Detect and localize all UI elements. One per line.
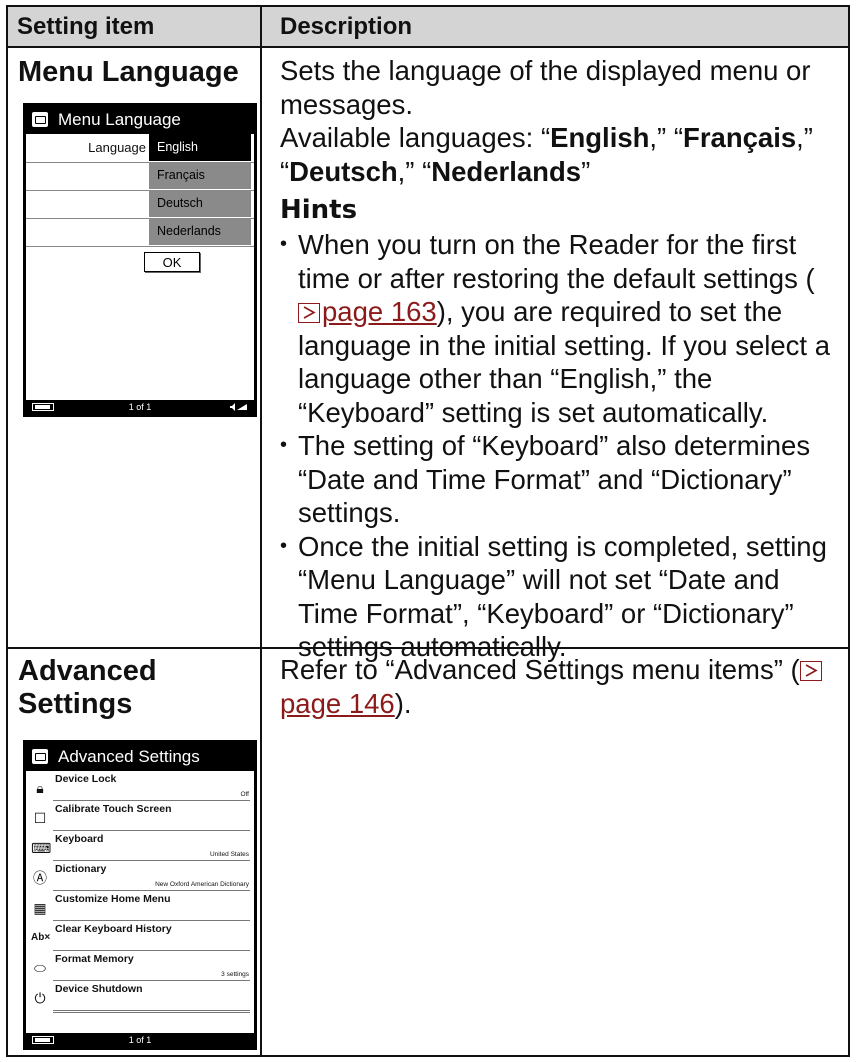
lang-deutsch: Deutsch [289, 155, 398, 187]
advanced-settings-title-line2: Settings [18, 688, 133, 720]
language-option-nederlands[interactable]: Nederlands [149, 218, 251, 245]
hint-text: Once the initial setting is completed, s… [298, 530, 827, 663]
settings-item-dictionary[interactable]: Ⓐ Dictionary New Oxford American Diction… [26, 861, 254, 891]
screen-title-bar: Advanced Settings [26, 743, 254, 771]
battery-icon [32, 403, 54, 411]
page-163-link[interactable]: page 163 [322, 296, 437, 327]
screen-title: Menu Language [58, 110, 181, 129]
settings-table: Setting item Description Menu Language M… [6, 5, 850, 1057]
item-value: New Oxford American Dictionary [155, 881, 249, 888]
hints-heading: Hints [280, 195, 358, 225]
item-value: Off [240, 791, 249, 798]
divider [53, 1010, 250, 1011]
available-languages: Available languages: “English,” “Françai… [280, 121, 838, 188]
language-option-deutsch[interactable]: Deutsch [149, 190, 251, 217]
reference-arrow-icon [799, 661, 822, 681]
column-divider [260, 7, 262, 1055]
touch-screen-icon: ☐ [33, 810, 47, 826]
settings-item-keyboard[interactable]: ⌨ Keyboard United States [26, 831, 254, 861]
clear-history-icon: Ab× [31, 932, 51, 943]
battery-icon [32, 1036, 54, 1044]
settings-item-device-lock[interactable]: 🔒︎ Device Lock Off [26, 771, 254, 801]
settings-item-device-shutdown[interactable]: ⏻ Device Shutdown [26, 981, 254, 1011]
description-text: Sets the language of the displayed menu … [280, 55, 811, 120]
item-label: Keyboard [55, 833, 104, 845]
item-label: Device Lock [55, 773, 117, 785]
separator: ,” “ [649, 122, 684, 153]
item-label: Clear Keyboard History [55, 923, 172, 935]
lang-english: English [550, 122, 650, 153]
hint-item: • When you turn on the Reader for the fi… [280, 228, 838, 429]
keyboard-icon: ⌨ [31, 840, 52, 856]
back-icon[interactable] [32, 749, 48, 764]
menu-language-description: Sets the language of the displayed menu … [280, 54, 838, 664]
memory-icon: ⬭ [34, 960, 46, 976]
back-icon[interactable] [32, 112, 48, 127]
ok-button[interactable]: OK [144, 252, 200, 272]
volume-icon [230, 403, 247, 411]
language-row: Language English [26, 134, 254, 163]
lang-francais: Français [683, 122, 797, 153]
hint-text: The setting of “Keyboard” also determine… [298, 430, 811, 528]
screen-footer: 1 of 1 [26, 1033, 254, 1047]
menu-language-title: Menu Language [18, 56, 239, 88]
table-header: Setting item Description [8, 7, 848, 46]
header-description: Description [280, 13, 413, 40]
available-suffix: ” [581, 155, 591, 187]
separator: ,” “ [397, 155, 432, 187]
advanced-settings-screen: Advanced Settings 🔒︎ Device Lock Off ☐ C… [23, 740, 257, 1050]
page-indicator: 1 of 1 [128, 402, 152, 412]
description-text: Refer to “Advanced Settings menu items” … [280, 654, 800, 685]
item-label: Calibrate Touch Screen [55, 803, 172, 815]
settings-item-customize-home-menu[interactable]: ▦ Customize Home Menu [26, 891, 254, 921]
advanced-settings-title: Advanced Settings [18, 655, 157, 721]
settings-item-clear-keyboard-history[interactable]: Ab× Clear Keyboard History [26, 921, 254, 951]
page-146-link[interactable]: page 146 [280, 688, 395, 719]
item-value: United States [209, 851, 249, 858]
item-label: Customize Home Menu [55, 893, 171, 905]
settings-item-format-memory[interactable]: ⬭ Format Memory 3 settings [26, 951, 254, 981]
settings-item-calibrate-touch-screen[interactable]: ☐ Calibrate Touch Screen [26, 801, 254, 831]
screen-title-bar: Menu Language [26, 106, 254, 134]
hint-text: When you turn on the Reader for the firs… [298, 229, 815, 294]
description-text: ). [394, 687, 412, 719]
bullet-icon: • [280, 534, 288, 557]
language-option-francais[interactable]: Français [149, 162, 251, 189]
lock-icon: 🔒︎ [36, 780, 44, 796]
available-prefix: Available languages: “ [280, 122, 551, 153]
header-divider [8, 46, 848, 48]
screen-footer: 1 of 1 [26, 400, 254, 414]
language-row: Deutsch [26, 190, 254, 219]
screen-title: Advanced Settings [58, 747, 200, 766]
language-option-english[interactable]: English [149, 134, 251, 161]
hint-item: • Once the initial setting is completed,… [280, 530, 838, 664]
language-label: Language [88, 140, 146, 155]
hint-item: • The setting of “Keyboard” also determi… [280, 429, 838, 530]
language-row: Français [26, 162, 254, 191]
power-icon: ⏻ [34, 990, 46, 1006]
home-menu-icon: ▦ [33, 900, 47, 916]
advanced-settings-description: Refer to “Advanced Settings menu items” … [280, 653, 838, 720]
bullet-icon: • [280, 434, 288, 456]
menu-language-screen: Menu Language Language English Français … [23, 103, 257, 417]
item-label: Dictionary [55, 863, 107, 875]
header-setting-item: Setting item [17, 13, 155, 40]
page-indicator: 1 of 1 [128, 1035, 152, 1045]
reference-arrow-icon [298, 303, 320, 323]
item-label: Device Shutdown [55, 983, 143, 995]
bullet-icon: • [280, 233, 288, 255]
item-value: 3 settings [221, 971, 249, 978]
lang-nederlands: Nederlands [431, 155, 582, 187]
advanced-settings-title-line1: Advanced [18, 655, 157, 687]
item-label: Format Memory [55, 953, 134, 965]
language-row: Nederlands [26, 218, 254, 247]
divider [53, 1012, 250, 1013]
dictionary-icon: Ⓐ [33, 870, 47, 886]
